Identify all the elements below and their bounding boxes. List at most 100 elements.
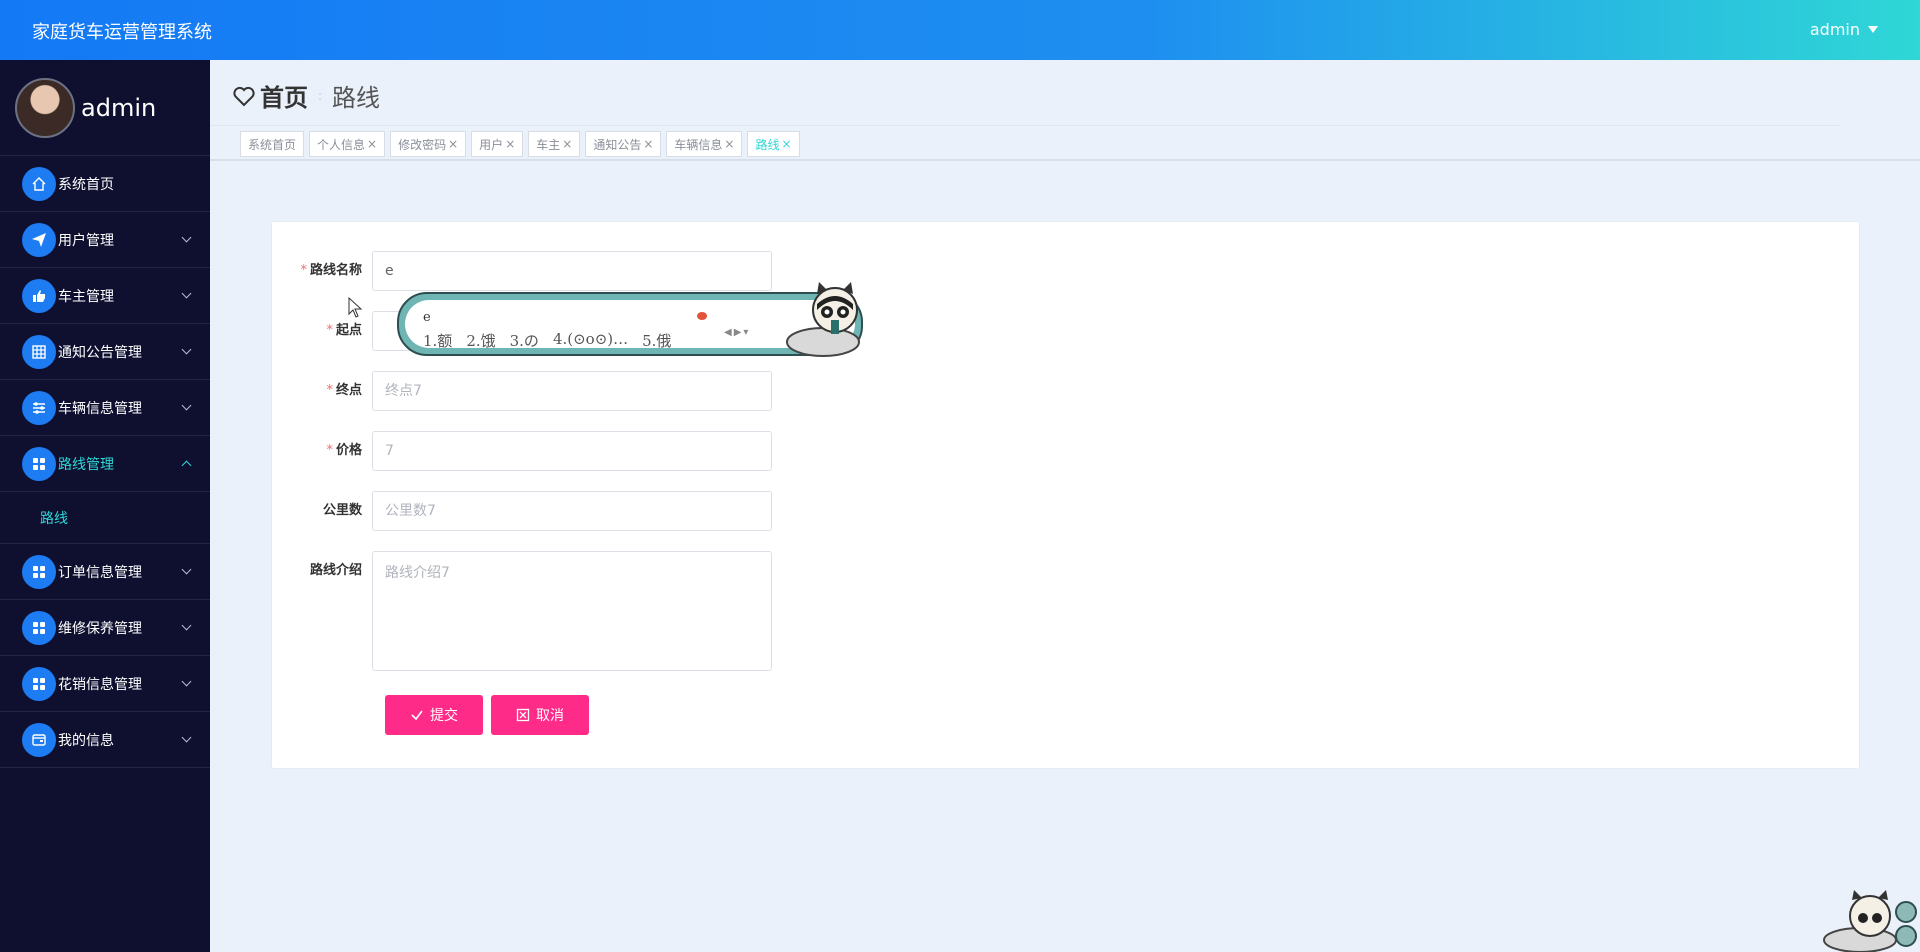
tag-label: 用户 <box>479 137 504 152</box>
heart-icon <box>233 86 255 106</box>
intro-textarea[interactable]: 路线介绍7 <box>372 551 772 671</box>
dropdown-icon[interactable]: ▾ <box>743 327 748 338</box>
check-icon <box>411 710 423 721</box>
start-label-text: 起点 <box>335 323 362 338</box>
ime-composition: e <box>423 310 431 325</box>
close-icon[interactable]: × <box>562 137 572 151</box>
sidebar-profile: admin <box>0 60 210 156</box>
divider <box>210 125 1840 126</box>
home-icon <box>22 166 56 201</box>
sidebar-item-expenses[interactable]: 花销信息管理 <box>0 656 210 712</box>
tag-label: 个人信息 <box>317 137 366 152</box>
tag-routes[interactable]: 路线 × <box>747 131 800 157</box>
tag-home[interactable]: 系统首页 <box>240 131 305 157</box>
breadcrumb: 首页 : 路线 <box>232 78 380 113</box>
route-name-label: * 路线名称 <box>272 251 372 291</box>
sidebar-item-label: 系统首页 <box>58 176 114 193</box>
price-input[interactable]: 7 <box>372 431 772 471</box>
divider <box>210 159 1920 161</box>
close-icon[interactable]: × <box>782 137 792 151</box>
form-row-price: * 价格 7 <box>272 431 872 471</box>
apps-icon <box>22 666 56 701</box>
wallet-icon <box>22 722 56 757</box>
sidebar-item-label: 花销信息管理 <box>58 676 142 693</box>
apps-icon <box>22 446 56 481</box>
ime-candidate[interactable]: 4.(⊙o⊙)… <box>553 330 628 351</box>
tag-users[interactable]: 用户 × <box>471 131 524 157</box>
sidebar-item-users[interactable]: 用户管理 <box>0 212 210 268</box>
distance-input[interactable]: 公里数7 <box>372 491 772 531</box>
intro-label: 路线介绍 <box>309 563 362 578</box>
tags-view: 系统首页 个人信息 × 修改密码 × 用户 × 车主 × 通知公告 × 车辆信息 × 路线 × <box>240 131 800 157</box>
corner-cat-mascot-icon <box>1823 890 1917 952</box>
app-title: 家庭货车运营管理系统 <box>32 22 212 43</box>
ime-candidate[interactable]: 1.额 <box>423 330 452 351</box>
sidebar-item-label: 路线管理 <box>58 456 114 473</box>
submit-label: 提交 <box>430 708 458 724</box>
avatar <box>15 77 75 138</box>
sidebar-subitem-route[interactable]: 路线 <box>0 492 210 544</box>
sidebar-item-notices[interactable]: 通知公告管理 <box>0 324 210 380</box>
tag-change-password[interactable]: 修改密码 × <box>390 131 467 157</box>
sidebar-item-my-info[interactable]: 我的信息 <box>0 712 210 768</box>
sidebar-item-owners[interactable]: 车主管理 <box>0 268 210 324</box>
ime-candidate[interactable]: 5.俄 <box>642 330 671 351</box>
sidebar-item-label: 车主管理 <box>58 288 114 305</box>
end-input[interactable]: 终点7 <box>372 371 772 411</box>
sidebar-item-label: 维修保养管理 <box>58 620 142 637</box>
form-row-end: * 终点 终点7 <box>272 371 872 411</box>
breadcrumb-separator: : <box>318 88 323 103</box>
tag-label: 通知公告 <box>593 137 642 152</box>
triangle-right-icon[interactable]: ▶ <box>734 327 742 338</box>
top-header: 家庭货车运营管理系统 admin <box>0 0 1920 60</box>
user-menu-label: admin <box>1809 20 1860 39</box>
submit-button[interactable]: 提交 <box>385 695 483 735</box>
user-menu[interactable]: admin <box>1810 20 1878 39</box>
ime-page-arrows[interactable]: ◀ ▶ ▾ <box>724 327 748 338</box>
chevron-down-icon <box>181 288 192 299</box>
tag-vehicles[interactable]: 车辆信息 × <box>666 131 743 157</box>
close-icon[interactable]: × <box>505 137 515 151</box>
ime-candidate-window: e 1.额 2.饿 3.の 4.(⊙o⊙)… 5.俄 ◀ ▶ ▾ <box>397 282 863 357</box>
send-icon <box>22 222 56 257</box>
sidebar-item-label: 通知公告管理 <box>58 344 142 361</box>
chevron-down-icon <box>181 400 192 411</box>
thumbs-up-icon <box>22 278 56 313</box>
ime-candidates: 1.额 2.饿 3.の 4.(⊙o⊙)… 5.俄 <box>423 330 671 351</box>
ime-candidate[interactable]: 2.饿 <box>466 330 495 351</box>
ime-candidate[interactable]: 3.の <box>510 330 539 351</box>
chevron-down-icon <box>181 676 192 687</box>
route-name-input[interactable]: e <box>372 251 772 291</box>
sidebar-item-home[interactable]: 系统首页 <box>0 156 210 212</box>
close-icon[interactable]: × <box>367 137 377 151</box>
chevron-down-icon <box>181 620 192 631</box>
required-mark: * <box>326 443 333 458</box>
tag-label: 系统首页 <box>248 137 297 152</box>
breadcrumb-home[interactable]: 首页 <box>232 78 308 113</box>
tag-owners[interactable]: 车主 × <box>528 131 581 157</box>
route-name-label-text: 路线名称 <box>309 263 362 278</box>
close-icon[interactable]: × <box>643 137 653 151</box>
close-icon[interactable]: × <box>448 137 458 151</box>
sidebar-item-maintenance[interactable]: 维修保养管理 <box>0 600 210 656</box>
close-icon[interactable]: × <box>724 137 734 151</box>
sidebar-item-label: 用户管理 <box>58 232 114 249</box>
sidebar-item-label: 车辆信息管理 <box>58 400 142 417</box>
tag-profile[interactable]: 个人信息 × <box>309 131 386 157</box>
sidebar-item-orders[interactable]: 订单信息管理 <box>0 544 210 600</box>
distance-label: 公里数 <box>322 503 362 518</box>
tag-label: 修改密码 <box>398 137 447 152</box>
sidebar-item-routes[interactable]: 路线管理 <box>0 436 210 492</box>
chevron-down-icon <box>181 732 192 743</box>
cat-mascot-icon <box>786 282 860 357</box>
tag-notices[interactable]: 通知公告 × <box>585 131 662 157</box>
sidebar-item-vehicles[interactable]: 车辆信息管理 <box>0 380 210 436</box>
triangle-left-icon[interactable]: ◀ <box>724 327 732 338</box>
breadcrumb-current: 路线 <box>332 84 381 112</box>
ime-eye-icon <box>697 312 707 320</box>
required-mark: * <box>326 323 333 338</box>
page-header: 首页 : 路线 系统首页 个人信息 × 修改密码 × 用户 × 车主 × 通知公告 × 车… <box>210 60 1920 161</box>
price-label: * 价格 <box>272 431 372 471</box>
cancel-button[interactable]: 取消 <box>491 695 589 735</box>
apps-icon <box>22 610 56 645</box>
